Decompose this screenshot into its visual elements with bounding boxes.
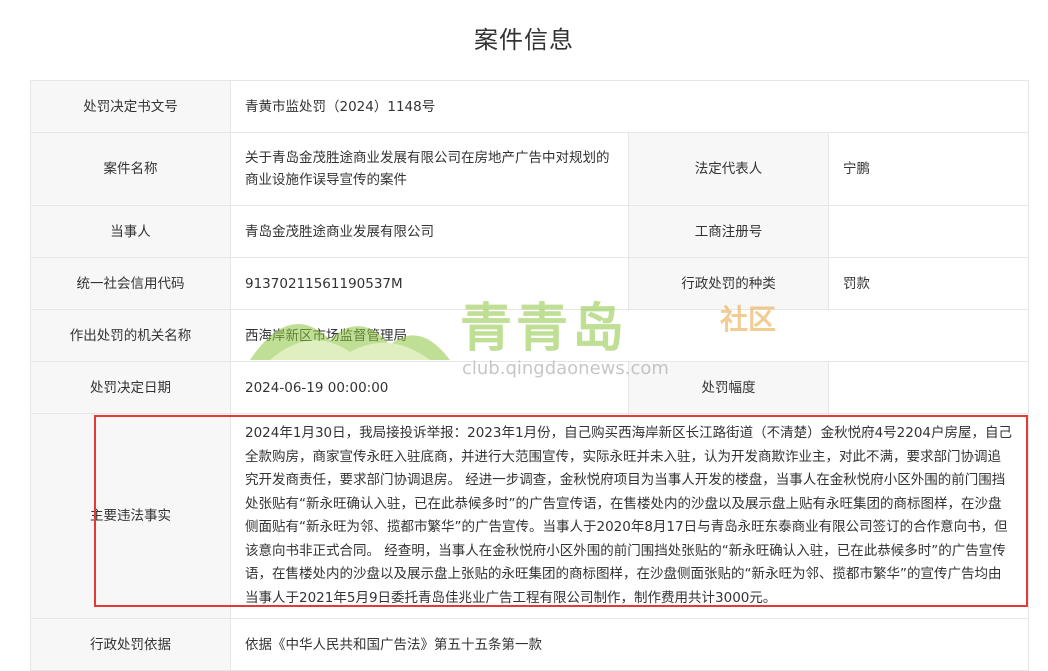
value-party: 青岛金茂胜途商业发展有限公司 bbox=[230, 205, 629, 258]
label-decision-no: 处罚决定书文号 bbox=[30, 80, 231, 133]
label-penalty-range: 处罚幅度 bbox=[628, 361, 829, 414]
value-penalty-type: 罚款 bbox=[827, 257, 1030, 310]
value-facts: 2024年1月30日，我局接投诉举报：2023年1月份，自己购买西海岸新区长江路… bbox=[229, 413, 1030, 619]
row-party: 当事人 青岛金茂胜途商业发展有限公司 工商注册号 bbox=[30, 205, 1030, 258]
row-basis: 行政处罚依据 依据《中华人民共和国广告法》第五十五条第一款 bbox=[30, 618, 1030, 671]
value-authority: 西海岸新区市场监督管理局 bbox=[229, 309, 1030, 362]
label-penalty-type: 行政处罚的种类 bbox=[628, 257, 829, 310]
row-facts: 主要违法事实 2024年1月30日，我局接投诉举报：2023年1月份，自己购买西… bbox=[30, 413, 1030, 619]
row-decision-date: 处罚决定日期 2024-06-19 00:00:00 处罚幅度 bbox=[30, 361, 1030, 414]
row-case-name: 案件名称 关于青岛金茂胜途商业发展有限公司在房地产广告中对规划的商业设施作误导宣… bbox=[30, 132, 1030, 206]
label-basis: 行政处罚依据 bbox=[30, 618, 231, 671]
value-decision-no: 青黄市监处罚（2024）1148号 bbox=[229, 80, 1030, 133]
value-basis: 依据《中华人民共和国广告法》第五十五条第一款 bbox=[229, 618, 1030, 671]
value-credit-code: 91370211561190537M bbox=[230, 257, 629, 310]
case-info-table: 处罚决定书文号 青黄市监处罚（2024）1148号 案件名称 关于青岛金茂胜途商… bbox=[30, 80, 1030, 671]
label-authority: 作出处罚的机关名称 bbox=[30, 309, 231, 362]
label-decision-date: 处罚决定日期 bbox=[30, 361, 231, 414]
value-legal-rep: 宁鹏 bbox=[827, 132, 1030, 206]
value-case-name: 关于青岛金茂胜途商业发展有限公司在房地产广告中对规划的商业设施作误导宣传的案件 bbox=[230, 132, 629, 206]
row-credit-code: 统一社会信用代码 91370211561190537M 行政处罚的种类 罚款 bbox=[30, 257, 1030, 310]
label-case-name: 案件名称 bbox=[30, 132, 231, 206]
value-decision-date: 2024-06-19 00:00:00 bbox=[230, 361, 629, 414]
label-facts: 主要违法事实 bbox=[30, 413, 231, 619]
value-penalty-range bbox=[827, 361, 1030, 414]
row-decision-no: 处罚决定书文号 青黄市监处罚（2024）1148号 bbox=[30, 80, 1030, 133]
label-legal-rep: 法定代表人 bbox=[628, 132, 829, 206]
label-reg-no: 工商注册号 bbox=[628, 205, 829, 258]
label-credit-code: 统一社会信用代码 bbox=[30, 257, 231, 310]
label-party: 当事人 bbox=[30, 205, 231, 258]
value-reg-no bbox=[827, 205, 1030, 258]
page-title: 案件信息 bbox=[474, 26, 574, 54]
row-authority: 作出处罚的机关名称 西海岸新区市场监督管理局 bbox=[30, 309, 1030, 362]
